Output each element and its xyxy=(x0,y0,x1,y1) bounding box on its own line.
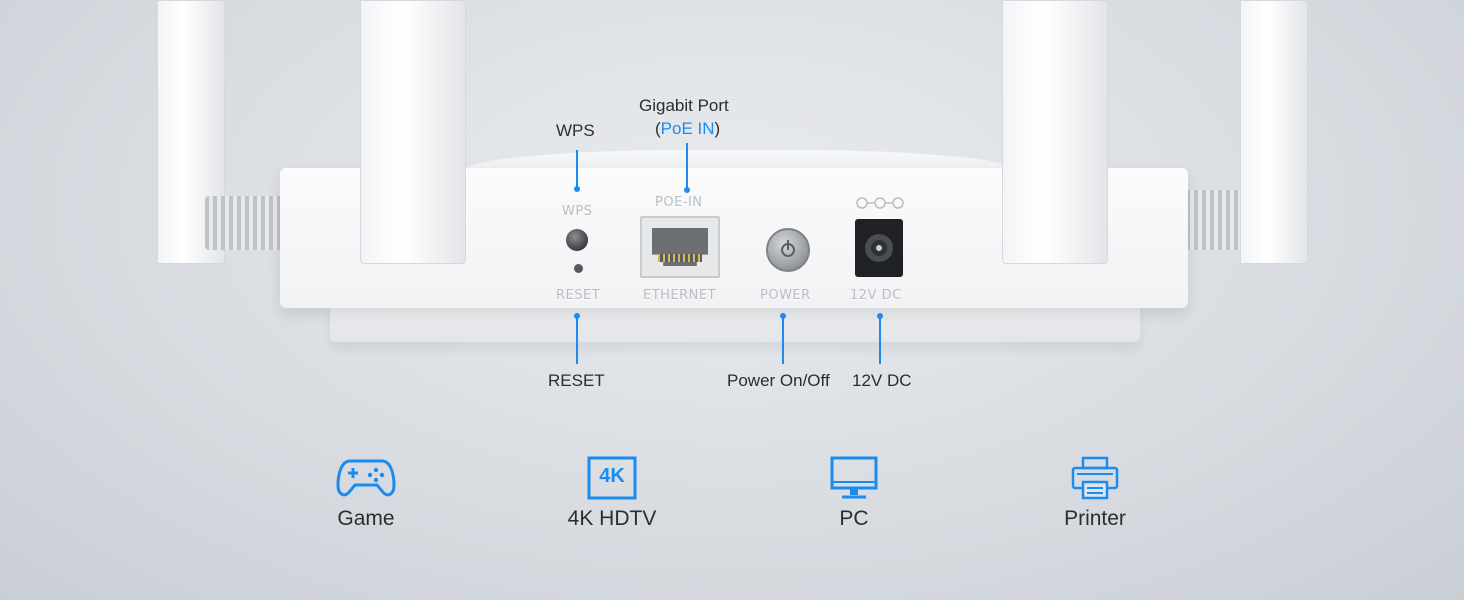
panel-label-wps: WPS xyxy=(562,204,593,219)
dc-power-jack xyxy=(855,219,903,277)
reset-pinhole xyxy=(574,264,583,273)
callout-wps-line xyxy=(576,150,578,188)
device-4k-hdtv-label: 4K HDTV xyxy=(567,507,657,530)
ethernet-port-pins xyxy=(658,254,702,262)
panel-label-poe-in: POE-IN xyxy=(655,195,703,210)
antenna-right-inner-front xyxy=(1002,0,1108,264)
4k-badge-text: 4K xyxy=(599,465,625,487)
device-pc-label: PC xyxy=(839,507,869,530)
device-printer-label: Printer xyxy=(1064,507,1126,530)
panel-label-power: POWER xyxy=(760,288,811,303)
4k-tv-icon: 4K xyxy=(582,455,642,505)
panel-label-reset: RESET xyxy=(556,288,601,303)
callout-gigabit-close: ) xyxy=(714,119,721,138)
callout-reset-label: RESET xyxy=(548,371,605,390)
gamepad-icon xyxy=(336,455,396,505)
wps-button xyxy=(566,229,588,251)
antenna-connector-left xyxy=(205,196,285,250)
callout-reset-line xyxy=(576,316,578,364)
dc-polarity-icon xyxy=(856,197,904,209)
dc-jack-socket xyxy=(865,234,893,262)
device-game: Game xyxy=(286,455,446,531)
callout-gigabit-label: Gigabit Port xyxy=(639,96,729,115)
callout-power-line xyxy=(782,316,784,364)
device-game-label: Game xyxy=(337,507,395,530)
panel-label-dc: 12V DC xyxy=(850,288,902,303)
callout-gigabit-line xyxy=(686,143,688,189)
printer-icon xyxy=(1065,455,1125,505)
callout-gigabit-sublabel: (PoE IN) xyxy=(655,119,720,139)
device-pc: PC xyxy=(774,455,934,531)
callout-power-label: Power On/Off xyxy=(727,371,830,390)
callout-wps-label: WPS xyxy=(556,121,595,140)
callout-dc-label: 12V DC xyxy=(852,371,912,390)
panel-label-ethernet: ETHERNET xyxy=(643,288,717,303)
device-printer: Printer xyxy=(1015,455,1175,531)
callout-poe-in-label: PoE IN xyxy=(660,119,715,138)
antenna-right-outer xyxy=(1240,0,1308,264)
antenna-left-inner-front xyxy=(360,0,466,264)
device-4k-hdtv: 4K 4K HDTV xyxy=(532,455,692,531)
callout-wps-dot xyxy=(574,186,580,192)
monitor-icon xyxy=(824,455,884,505)
ethernet-port xyxy=(640,216,720,278)
power-button xyxy=(766,228,810,272)
callout-dc-line xyxy=(879,316,881,364)
callout-gigabit-dot xyxy=(684,187,690,193)
power-symbol-bar xyxy=(787,240,789,250)
